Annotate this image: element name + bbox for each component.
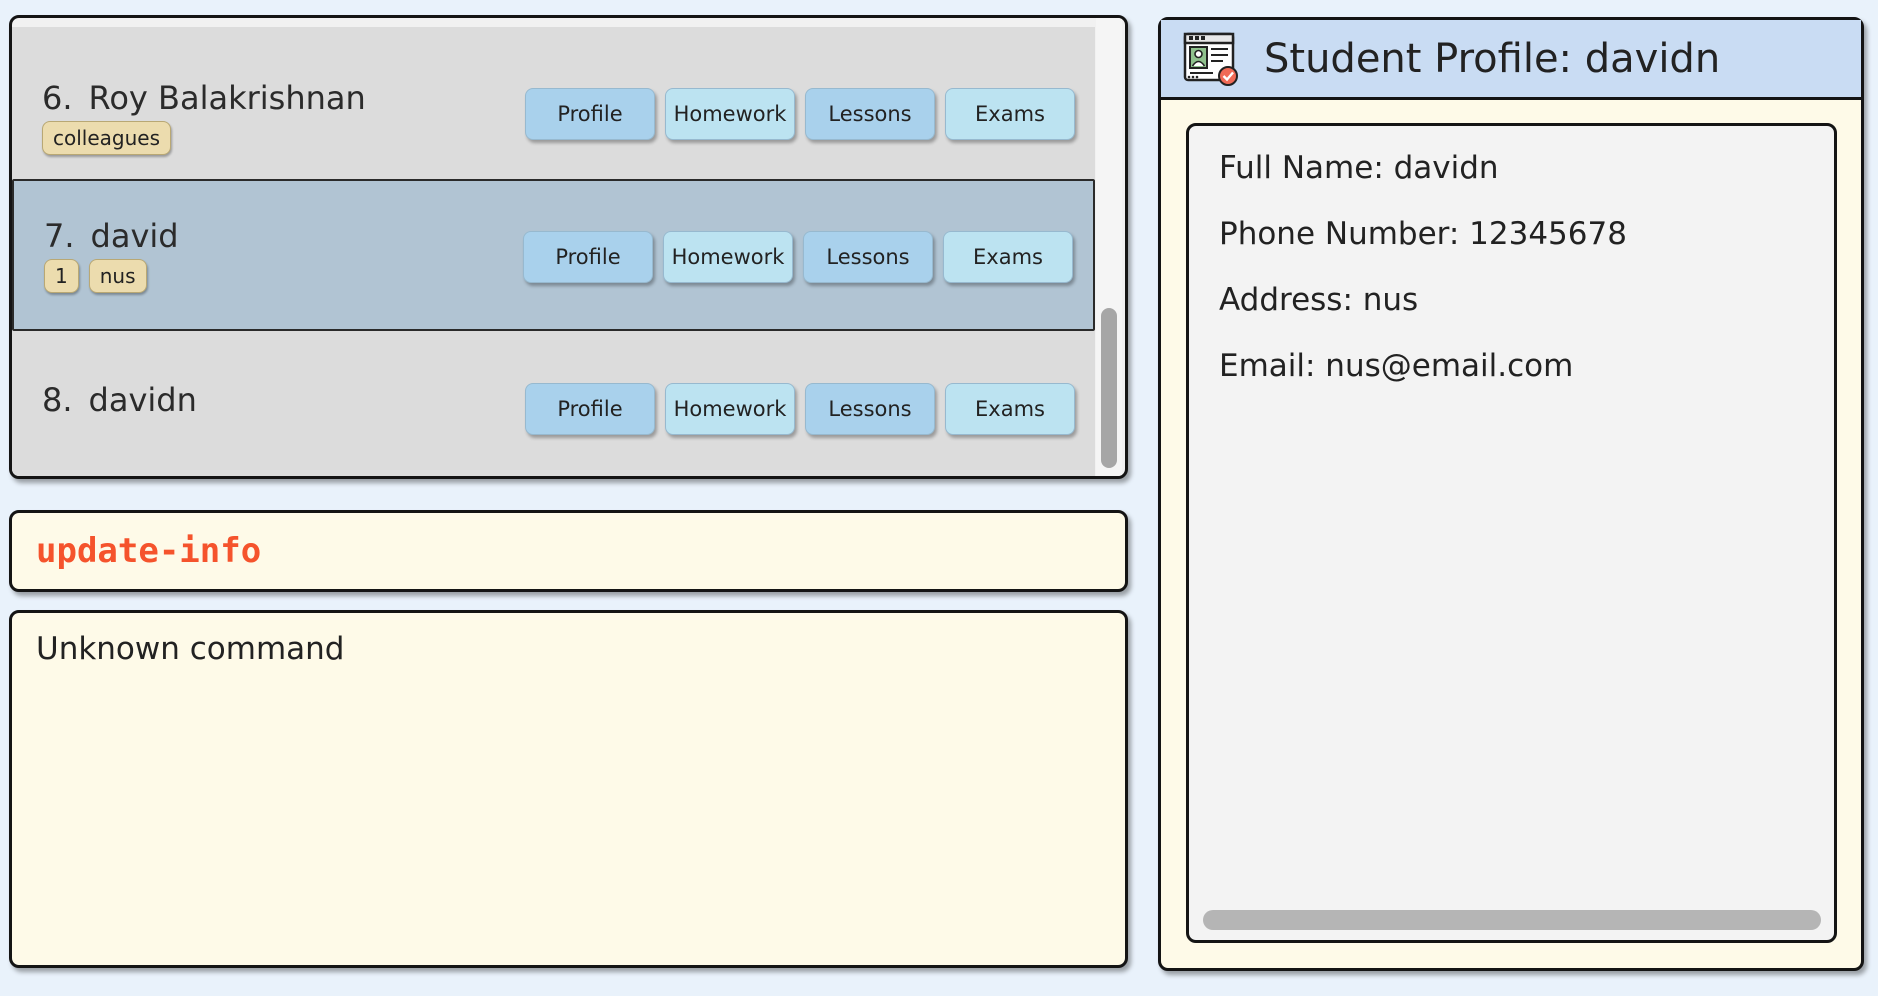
phone-field: Phone Number: 12345678 <box>1219 216 1627 252</box>
action-buttons: Profile Homework Lessons Exams <box>525 383 1075 435</box>
horizontal-scrollbar[interactable] <box>1203 910 1821 930</box>
person-index: 7. <box>44 217 75 255</box>
tag: nus <box>88 259 147 293</box>
address-field: Address: nus <box>1219 282 1419 318</box>
command-input[interactable]: update-info <box>36 531 261 571</box>
action-buttons: Profile Homework Lessons Exams <box>525 88 1075 140</box>
exams-button[interactable]: Exams <box>945 88 1075 140</box>
person-name: 7. david <box>44 217 179 255</box>
full-name-field: Full Name: davidn <box>1219 150 1499 186</box>
exams-button[interactable]: Exams <box>945 383 1075 435</box>
student-profile-panel: Student Profile: davidn Full Name: david… <box>1158 17 1864 971</box>
homework-button[interactable]: Homework <box>665 88 795 140</box>
homework-button[interactable]: Homework <box>665 383 795 435</box>
exams-button[interactable]: Exams <box>943 231 1073 283</box>
tag-list: colleagues <box>42 121 172 155</box>
command-box[interactable]: update-info <box>9 510 1128 592</box>
person-name: 6. Roy Balakrishnan <box>42 79 366 117</box>
result-text: Unknown command <box>36 631 345 667</box>
result-display: Unknown command <box>9 610 1128 968</box>
tag-list: 1 nus <box>44 259 147 293</box>
profile-title: Student Profile: davidn <box>1264 36 1721 82</box>
email-field: Email: nus@email.com <box>1219 348 1574 384</box>
person-index: 8. <box>42 381 73 419</box>
profile-header: Student Profile: davidn <box>1161 20 1861 100</box>
tag: 1 <box>44 259 79 293</box>
person-card-8[interactable]: 8. davidn Profile Homework Lessons Exams <box>12 331 1095 476</box>
lessons-button[interactable]: Lessons <box>805 383 935 435</box>
person-name-text: david <box>90 217 179 255</box>
person-index: 6. <box>42 79 73 117</box>
person-card-7[interactable]: 7. david 1 nus Profile Homework Lessons E… <box>12 179 1095 331</box>
list-scrollbar-thumb[interactable] <box>1101 308 1117 468</box>
profile-details-card: Full Name: davidn Phone Number: 12345678… <box>1186 123 1837 943</box>
person-list-panel: 6. Roy Balakrishnan colleagues Profile Ho… <box>9 15 1128 479</box>
person-name-text: davidn <box>88 381 197 419</box>
person-name: 8. davidn <box>42 381 197 419</box>
student-profile-icon <box>1183 32 1238 86</box>
person-card-6[interactable]: 6. Roy Balakrishnan colleagues Profile Ho… <box>12 27 1095 179</box>
homework-button[interactable]: Homework <box>663 231 793 283</box>
list-scrollbar[interactable] <box>1096 18 1122 476</box>
action-buttons: Profile Homework Lessons Exams <box>523 231 1073 283</box>
tag: colleagues <box>42 121 172 155</box>
profile-button[interactable]: Profile <box>525 88 655 140</box>
profile-button[interactable]: Profile <box>525 383 655 435</box>
lessons-button[interactable]: Lessons <box>805 88 935 140</box>
person-name-text: Roy Balakrishnan <box>88 79 366 117</box>
profile-button[interactable]: Profile <box>523 231 653 283</box>
lessons-button[interactable]: Lessons <box>803 231 933 283</box>
